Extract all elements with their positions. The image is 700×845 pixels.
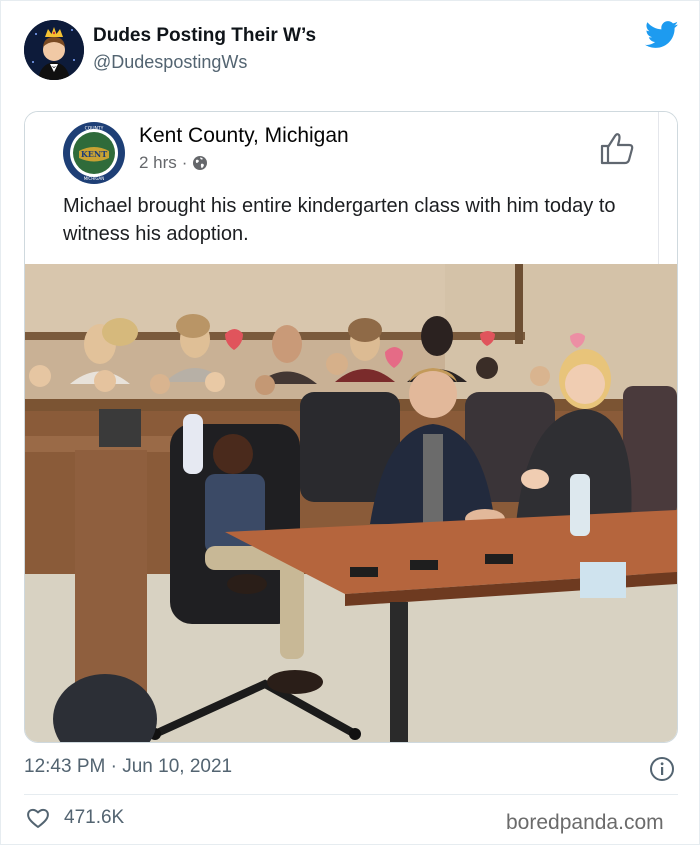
like-action[interactable]: 471.6K — [26, 807, 124, 829]
kent-county-seal-icon: KENT COUNTY MICHIGAN — [63, 122, 125, 184]
avatar-image — [24, 20, 84, 80]
fb-post-text: Michael brought his entire kindergarten … — [63, 195, 616, 245]
seal-center-text: KENT — [81, 149, 107, 159]
embedded-post[interactable]: KENT COUNTY MICHIGAN Kent County, Michig… — [24, 111, 678, 743]
like-count: 471.6K — [64, 807, 125, 828]
fb-meta-separator: · — [181, 153, 188, 172]
tweet-card: Dudes Posting Their W’s @DudespostingWs … — [0, 0, 700, 845]
courtroom-photo[interactable] — [25, 264, 677, 743]
avatar[interactable] — [24, 20, 84, 80]
info-icon[interactable] — [649, 756, 675, 782]
seal-bottom-text: MICHIGAN — [84, 176, 104, 181]
thumbs-up-icon[interactable] — [599, 132, 635, 166]
fb-post-time[interactable]: 2 hrs — [139, 153, 177, 173]
seal-top-text: COUNTY — [85, 126, 104, 132]
globe-icon — [193, 156, 208, 170]
heart-icon[interactable] — [26, 807, 50, 829]
fb-page-name[interactable]: Kent County, Michigan — [139, 124, 349, 148]
twitter-bird-icon[interactable] — [645, 21, 679, 49]
footer-divider — [24, 794, 678, 795]
tweet-timestamp[interactable]: 12:43 PM · Jun 10, 2021 — [24, 756, 232, 778]
user-handle[interactable]: @DudespostingWs — [93, 52, 247, 73]
display-name[interactable]: Dudes Posting Their W’s — [93, 25, 316, 47]
fb-post-header: KENT COUNTY MICHIGAN Kent County, Michig… — [25, 112, 677, 264]
fb-post-meta: 2 hrs · — [139, 153, 208, 173]
watermark-text: boredpanda.com — [506, 811, 664, 834]
